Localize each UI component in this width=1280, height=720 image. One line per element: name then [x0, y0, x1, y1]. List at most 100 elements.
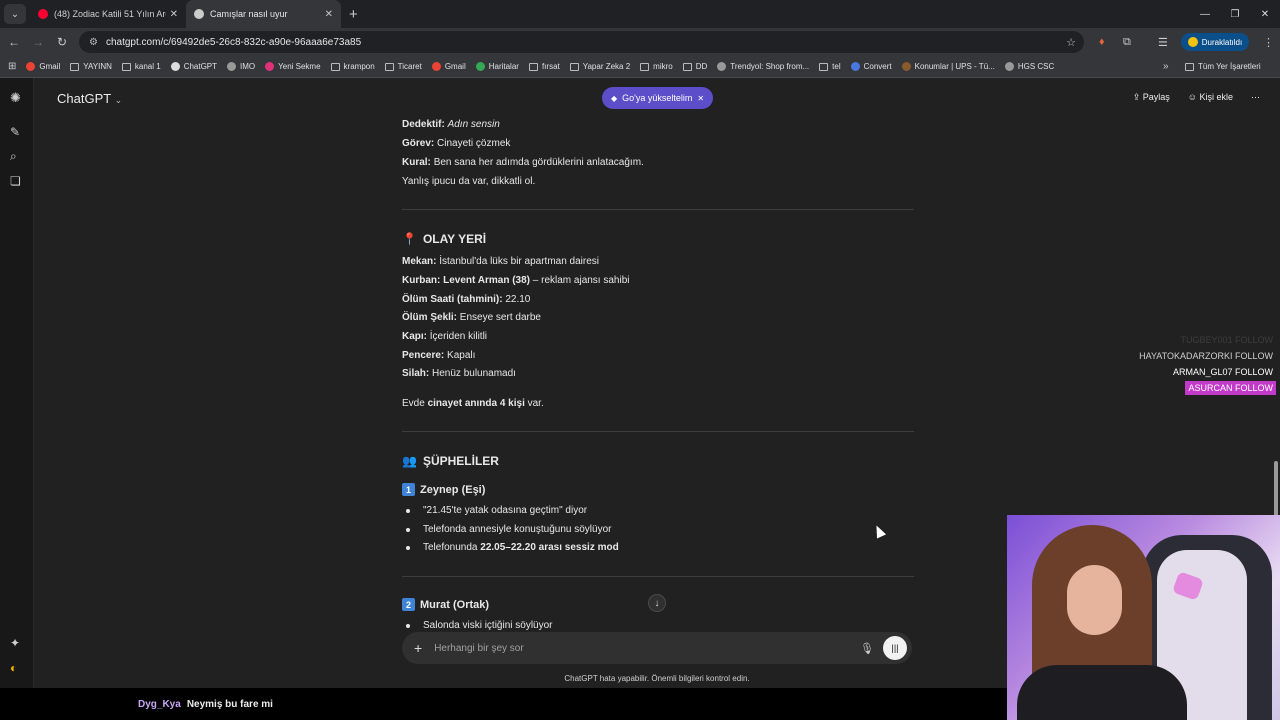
sidebar-rail: ✺ ✎ ⌕ ❏ ✦ ◐	[0, 78, 34, 688]
openai-logo-icon[interactable]: ✺	[10, 90, 21, 106]
site-info-icon[interactable]: ⚙	[89, 37, 98, 48]
bookmark-label: Haritalar	[488, 62, 519, 71]
bookmark-label: Trendyol: Shop from...	[730, 62, 810, 71]
bookmark-ticaret[interactable]: Ticaret	[384, 62, 422, 71]
scene-method: Ölüm Şekli: Enseye sert darbe	[402, 312, 541, 323]
bookmark-label: krampon	[343, 62, 375, 71]
new-tab-button[interactable]: +	[349, 6, 358, 23]
tab-search-button[interactable]: ⌄	[4, 4, 26, 24]
bookmark-label: fırsat	[541, 62, 560, 71]
forward-icon[interactable]: →	[26, 35, 50, 49]
bookmark-label: Yapar Zeka 2	[582, 62, 631, 71]
prompt-input[interactable]: Herhangi bir şey sor	[434, 643, 523, 654]
bookmark-gmail-2[interactable]: Gmail	[431, 62, 466, 71]
user-avatar-icon[interactable]: ◐	[10, 661, 17, 675]
back-icon[interactable]: ←	[2, 35, 26, 49]
bookmark-krampon[interactable]: krampon	[330, 62, 375, 71]
header-actions: ⇪ Paylaş ☺ Kişi ekle ⋯	[1133, 92, 1260, 103]
bookmarks-bar: ⊞ Gmail YAYINN kanal 1 ChatGPT IMO Yeni …	[0, 56, 1280, 78]
scroll-down-button[interactable]: ↓	[648, 594, 666, 612]
microphone-icon[interactable]: 🎙	[860, 642, 874, 655]
task-line: Görev: Cinayeti çözmek	[402, 138, 511, 149]
reading-list-icon[interactable]: ☰	[1158, 28, 1168, 56]
bookmark-yayinn[interactable]: YAYINN	[70, 62, 112, 71]
bookmark-yeni-sekme[interactable]: Yeni Sekme	[265, 62, 321, 71]
close-tab-icon[interactable]: ✕	[170, 9, 178, 20]
chat-username: Dyg_Kya	[138, 698, 181, 710]
url-text[interactable]: chatgpt.com/c/69492de5-26c8-832c-a90e-96…	[106, 37, 361, 48]
folder-icon	[640, 62, 650, 71]
bookmark-mikro[interactable]: mikro	[640, 62, 673, 71]
scene-victim: Kurban: Levent Arman (38) – reklam ajans…	[402, 275, 630, 286]
suspects-heading: 👥 ŞÜPHELİLER	[402, 454, 499, 468]
close-window-icon[interactable]: ✕	[1250, 0, 1280, 28]
minimize-icon[interactable]: —	[1190, 0, 1220, 28]
library-icon[interactable]: ❏	[10, 174, 21, 188]
folder-icon	[384, 62, 394, 71]
profile-button[interactable]: Duraklatıldı	[1181, 33, 1249, 51]
bookmark-convert[interactable]: Convert	[850, 62, 892, 71]
follow-alert: ASURCAN FOLLOW	[1185, 381, 1276, 395]
more-options-icon[interactable]: ⋯	[1251, 92, 1260, 103]
bookmark-hgs[interactable]: HGS CSC	[1004, 62, 1054, 71]
streamer-face	[1067, 565, 1122, 635]
voice-mode-button[interactable]: |||	[883, 636, 907, 660]
bookmark-chatgpt[interactable]: ChatGPT	[170, 62, 218, 71]
bookmark-imo[interactable]: IMO	[227, 62, 255, 71]
bookmark-gmail[interactable]: Gmail	[26, 62, 60, 71]
all-bookmarks[interactable]: Tüm Yer İşaretleri	[1185, 62, 1261, 71]
scene-window: Pencere: Kapalı	[402, 350, 476, 361]
scene-time: Ölüm Saati (tahmini): 22.10	[402, 294, 531, 305]
bookmark-label: ChatGPT	[183, 62, 218, 71]
address-bar[interactable]: ⚙ chatgpt.com/c/69492de5-26c8-832c-a90e-…	[79, 31, 1084, 53]
list-item: Telefonda annesiyle konuştuğunu söylüyor	[405, 524, 611, 535]
extensions-puzzle-icon[interactable]: ⧉	[1123, 28, 1131, 56]
scene-heading: 📍 OLAY YERİ	[402, 232, 487, 246]
extension-icon[interactable]: ♦	[1099, 28, 1105, 56]
tab-chatgpt[interactable]: Camışlar nasıl uyur ✕	[186, 0, 341, 28]
tab-label: (48) Zodiac Katili 51 Yılın Ardın...	[54, 9, 166, 19]
share-button[interactable]: ⇪ Paylaş	[1133, 92, 1170, 103]
tab-label: Camışlar nasıl uyur	[210, 9, 288, 19]
add-person-button[interactable]: ☺ Kişi ekle	[1188, 92, 1233, 103]
heart-icon	[850, 62, 860, 71]
bookmark-label: Gmail	[39, 62, 61, 71]
bookmark-tel[interactable]: tel	[819, 62, 841, 71]
close-icon[interactable]: ✕	[697, 94, 704, 103]
maps-icon	[475, 62, 485, 71]
bookmark-star-icon[interactable]: ☆	[1066, 36, 1076, 49]
search-icon[interactable]: ⌕	[10, 149, 17, 164]
menu-icon[interactable]: ⋮	[1263, 28, 1274, 56]
bookmark-label: Tüm Yer İşaretleri	[1198, 62, 1261, 71]
bookmark-dd[interactable]: DD	[682, 62, 707, 71]
bookmark-trendyol[interactable]: Trendyol: Shop from...	[717, 62, 809, 71]
follow-alert: ARMAN_GL07 FOLLOW	[1172, 367, 1273, 377]
suspect-2-heading: 2 Murat (Ortak)	[402, 598, 489, 611]
bookmark-firsat[interactable]: fırsat	[528, 62, 560, 71]
new-chat-icon[interactable]: ✎	[10, 125, 20, 139]
apps-icon[interactable]: ⊞	[8, 61, 16, 72]
bookmark-kanal1[interactable]: kanal 1	[121, 62, 161, 71]
add-attachment-icon[interactable]: +	[414, 640, 422, 656]
bookmark-label: kanal 1	[134, 62, 161, 71]
close-tab-icon[interactable]: ✕	[325, 9, 333, 20]
number-badge: 2	[402, 598, 415, 611]
reload-icon[interactable]: ↻	[50, 35, 74, 49]
folder-icon	[121, 62, 131, 71]
tab-youtube[interactable]: (48) Zodiac Katili 51 Yılın Ardın... ✕	[30, 0, 186, 28]
model-selector[interactable]: ChatGPT ⌄	[57, 91, 122, 106]
maximize-icon[interactable]: ❐	[1220, 0, 1250, 28]
stream-chat: Dyg_Kya Neymiş bu fare mi	[0, 688, 1007, 720]
follow-alerts: TUGBEY001 FOLLOW HAYATOKADARZORKI FOLLOW…	[1136, 333, 1276, 395]
sparkle-icon[interactable]: ✦	[10, 636, 20, 650]
bookmark-ups[interactable]: Konumlar | UPS - Tü...	[901, 62, 995, 71]
bookmark-haritalar[interactable]: Haritalar	[475, 62, 519, 71]
upgrade-button[interactable]: ◆ Go'ya yükseltelim ✕	[602, 87, 713, 109]
person-add-icon: ☺	[1187, 92, 1200, 102]
bookmark-yapar-zeka[interactable]: Yapar Zeka 2	[569, 62, 631, 71]
follow-alert: TUGBEY001 FOLLOW	[1180, 335, 1273, 345]
more-bookmarks-icon[interactable]: »	[1163, 61, 1169, 72]
bookmark-label: Konumlar | UPS - Tü...	[914, 62, 995, 71]
intro-note: Yanlış ipucu da var, dikkatli ol.	[402, 176, 536, 187]
composer[interactable]: + Herhangi bir şey sor 🎙 |||	[402, 632, 912, 664]
